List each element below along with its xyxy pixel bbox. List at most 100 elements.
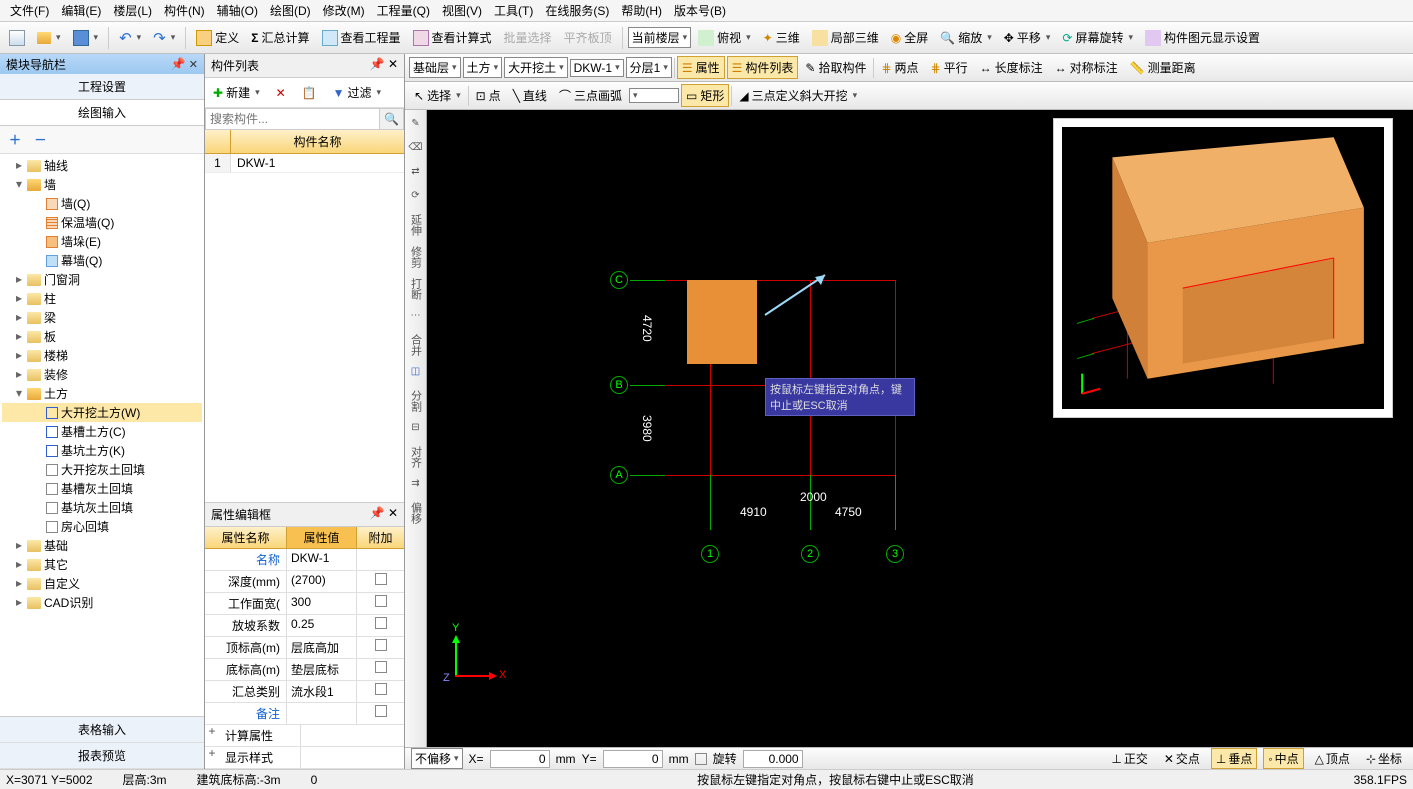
- twopoint-button[interactable]: ⋕两点: [876, 56, 923, 79]
- tree-wall-brick[interactable]: 墙垛(E): [2, 232, 202, 251]
- line-tool[interactable]: ╲直线: [508, 84, 552, 107]
- prop-botelev[interactable]: 底标高(m)垫层底标: [205, 659, 404, 681]
- component-select[interactable]: DKW-1▾: [570, 59, 624, 77]
- topview-button[interactable]: 俯视▾: [693, 26, 756, 49]
- split-icon[interactable]: ◫: [407, 362, 425, 380]
- property-button[interactable]: ☰属性: [677, 56, 725, 79]
- tree-pit-backfill[interactable]: 基坑灰土回填: [2, 498, 202, 517]
- rect-tool[interactable]: ▭矩形: [681, 84, 729, 107]
- prop-name[interactable]: 名称DKW-1: [205, 549, 404, 571]
- tree-axis[interactable]: ▸轴线: [2, 156, 202, 175]
- menu-view[interactable]: 视图(V): [436, 0, 488, 21]
- menu-modify[interactable]: 修改(M): [317, 0, 371, 21]
- tab-drawing-input[interactable]: 绘图输入: [0, 100, 204, 126]
- open-file-button[interactable]: ▾: [32, 29, 66, 47]
- tree-wall-q[interactable]: 墙(Q): [2, 194, 202, 213]
- pin-icon[interactable]: 📌: [370, 57, 385, 71]
- tree-wall[interactable]: ▾墙: [2, 175, 202, 194]
- intersect-snap[interactable]: ✕交点: [1159, 748, 1205, 769]
- tab-report-preview[interactable]: 报表预览: [0, 743, 204, 769]
- view-qty-button[interactable]: 查看工程量: [317, 26, 406, 49]
- mirror-tool-icon[interactable]: ⇄: [407, 162, 425, 180]
- search-component-input[interactable]: [206, 109, 379, 129]
- layer-select[interactable]: 分层1▾: [626, 57, 672, 78]
- menu-edit[interactable]: 编辑(E): [55, 0, 107, 21]
- sum-calc-button[interactable]: Σ 汇总计算: [246, 26, 314, 49]
- tree-other[interactable]: ▸其它: [2, 555, 202, 574]
- tree-trench-earth[interactable]: 基槽土方(C): [2, 422, 202, 441]
- rotate-tool-icon[interactable]: ⟳: [407, 186, 425, 204]
- canvas[interactable]: ✎ ⌫ ⇄ ⟳ 延伸 修剪 打断 ⋯ 合并 ◫ 分割 ⊟ 对齐 ⇉ 偏移: [405, 110, 1413, 747]
- tree-slab[interactable]: ▸板: [2, 327, 202, 346]
- category-select[interactable]: 土方▾: [463, 57, 503, 78]
- collapse-button[interactable]: －: [29, 128, 51, 151]
- 3d-button[interactable]: ✦三维: [758, 26, 805, 49]
- prop-workface[interactable]: 工作面宽(300: [205, 593, 404, 615]
- floor-select[interactable]: 基础层▾: [409, 57, 461, 78]
- tree-insul-wall[interactable]: 保温墙(Q): [2, 213, 202, 232]
- define-button[interactable]: 定义: [191, 26, 244, 49]
- save-button[interactable]: ▾: [68, 27, 104, 49]
- tree-curtain-wall[interactable]: 幕墙(Q): [2, 251, 202, 270]
- delete-button[interactable]: ✕: [271, 83, 291, 103]
- type-select[interactable]: 大开挖土▾: [504, 57, 568, 78]
- menu-help[interactable]: 帮助(H): [615, 0, 668, 21]
- offset-tool[interactable]: 偏移: [408, 502, 424, 524]
- local-3d-button[interactable]: 局部三维: [807, 26, 884, 49]
- break-tool[interactable]: 打断: [408, 278, 424, 300]
- tree-big-excav[interactable]: 大开挖土方(W): [2, 403, 202, 422]
- tab-project-settings[interactable]: 工程设置: [0, 74, 204, 100]
- prop-sumcat[interactable]: 汇总类别流水段1: [205, 681, 404, 703]
- arc3p-tool[interactable]: ⌒三点画弧: [554, 84, 627, 107]
- prop-topelev[interactable]: 顶标高(m)层底高加: [205, 637, 404, 659]
- extend-tool[interactable]: 延伸: [408, 214, 424, 236]
- comp-display-button[interactable]: 构件图元显示设置: [1140, 26, 1265, 49]
- close-icon[interactable]: ✕: [388, 57, 398, 71]
- coord-snap[interactable]: ⊹坐标: [1361, 748, 1407, 769]
- tree-foundation[interactable]: ▸基础: [2, 536, 202, 555]
- midpoint-snap[interactable]: ◦中点: [1263, 748, 1303, 769]
- pin-icon[interactable]: 📌: [370, 506, 385, 520]
- prop-remark[interactable]: 备注: [205, 703, 404, 725]
- screen-rotate-button[interactable]: ⟳屏幕旋转▾: [1057, 26, 1138, 49]
- close-icon[interactable]: ✕: [388, 506, 398, 520]
- close-icon[interactable]: ✕: [189, 59, 198, 71]
- current-floor-select[interactable]: 当前楼层▾: [628, 27, 692, 48]
- menu-online[interactable]: 在线服务(S): [539, 0, 615, 21]
- tree-cad-recog[interactable]: ▸CAD识别: [2, 593, 202, 612]
- search-button[interactable]: 🔍: [379, 109, 403, 129]
- offset-mode-select[interactable]: 不偏移▾: [411, 748, 463, 769]
- length-dim-button[interactable]: ↔长度标注: [975, 56, 1048, 79]
- x-input[interactable]: [490, 750, 550, 768]
- table-row[interactable]: 1DKW-1: [205, 154, 404, 173]
- eraser-tool-icon[interactable]: ⌫: [407, 138, 425, 156]
- pick-comp-button[interactable]: ✎拾取构件: [800, 56, 871, 79]
- offset-icon[interactable]: ⇉: [407, 474, 425, 492]
- pin-icon[interactable]: 📌: [170, 57, 185, 71]
- tree-room-backfill[interactable]: 房心回填: [2, 517, 202, 536]
- menu-version[interactable]: 版本号(B): [668, 0, 732, 21]
- align-tool[interactable]: 对齐: [408, 446, 424, 468]
- align-icon[interactable]: ⊟: [407, 418, 425, 436]
- tree-stair[interactable]: ▸楼梯: [2, 346, 202, 365]
- pan-button[interactable]: ✥平移▾: [999, 26, 1056, 49]
- prop-depth[interactable]: 深度(mm)(2700): [205, 571, 404, 593]
- merge-tool[interactable]: 合并: [408, 334, 424, 356]
- y-input[interactable]: [603, 750, 663, 768]
- tree-custom[interactable]: ▸自定义: [2, 574, 202, 593]
- tree-earth[interactable]: ▾土方: [2, 384, 202, 403]
- tab-table-input[interactable]: 表格输入: [0, 717, 204, 743]
- split-tool[interactable]: 分割: [408, 390, 424, 412]
- menu-aux-axis[interactable]: 辅轴(O): [211, 0, 264, 21]
- tree-decor[interactable]: ▸装修: [2, 365, 202, 384]
- undo-button[interactable]: ↶▾: [114, 26, 146, 50]
- trim-tool[interactable]: 修剪: [408, 246, 424, 268]
- redo-button[interactable]: ↷▾: [148, 26, 180, 50]
- new-file-button[interactable]: [4, 27, 30, 49]
- prop-disp-expand[interactable]: +显示样式: [205, 747, 404, 769]
- apex-snap[interactable]: △顶点: [1310, 748, 1355, 769]
- tree-big-excav-backfill[interactable]: 大开挖灰土回填: [2, 460, 202, 479]
- shape-select[interactable]: ▾: [629, 88, 679, 103]
- vertex-snap[interactable]: ⊥垂点: [1211, 748, 1257, 769]
- measure-dist-button[interactable]: 📏测量距离: [1125, 56, 1201, 79]
